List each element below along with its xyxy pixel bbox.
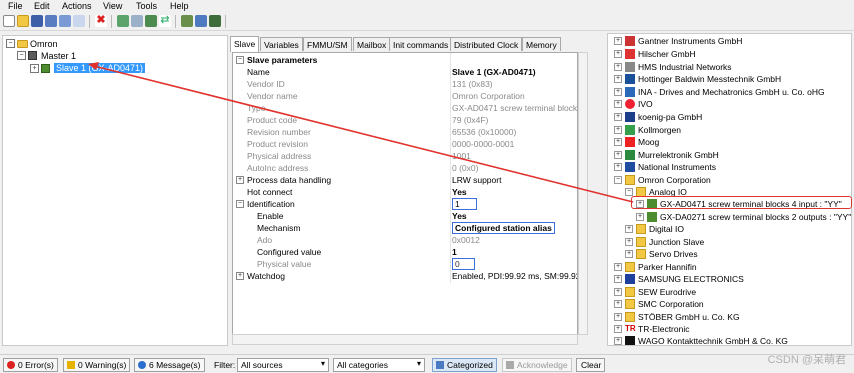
status-bar: 0 Error(s) 0 Warning(s) 6 Message(s) Fil… xyxy=(0,354,854,373)
warning-icon xyxy=(67,361,75,369)
source-filter-select[interactable]: All sources ▾ xyxy=(237,358,329,372)
categorized-button[interactable]: Categorized xyxy=(432,358,497,372)
chevron-down-icon: ▾ xyxy=(416,359,421,368)
category-filter-select[interactable]: All categories ▾ xyxy=(333,358,425,372)
filter-label: Filter: xyxy=(214,360,236,370)
acknowledge-icon xyxy=(506,361,514,369)
acknowledge-button[interactable]: Acknowledge xyxy=(502,358,572,372)
error-icon xyxy=(7,361,15,369)
watermark: CSDN @呆萌君 xyxy=(767,354,846,366)
info-icon xyxy=(138,361,146,369)
errors-button[interactable]: 0 Error(s) xyxy=(3,358,58,372)
clear-button[interactable]: Clear xyxy=(576,358,606,372)
chevron-down-icon: ▾ xyxy=(320,359,325,368)
categorize-icon xyxy=(436,361,444,369)
annotation-arrow xyxy=(88,62,634,203)
warnings-button[interactable]: 0 Warning(s) xyxy=(63,358,131,372)
messages-button[interactable]: 6 Message(s) xyxy=(134,358,205,372)
